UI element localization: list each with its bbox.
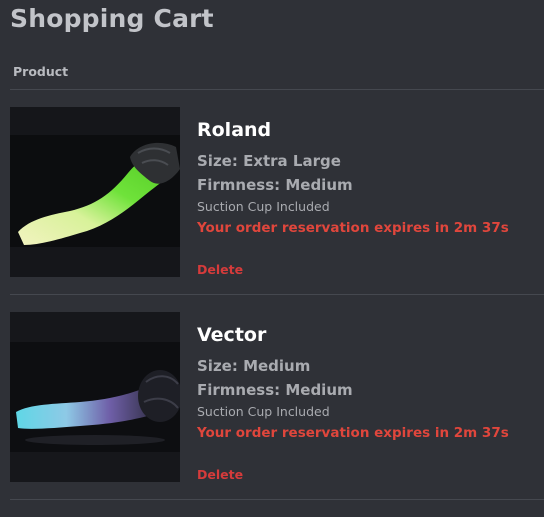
page-title: Shopping Cart [10,4,214,33]
item-divider [10,499,544,500]
product-option: Suction Cup Included [197,199,330,214]
product-name[interactable]: Vector [197,324,266,346]
product-option: Suction Cup Included [197,404,330,419]
cart-item: Vector Size: Medium Firmness: Medium Suc… [0,312,544,517]
column-header-product: Product [13,64,69,79]
product-size: Size: Medium [197,357,311,375]
cart-item: Roland Size: Extra Large Firmness: Mediu… [0,107,544,312]
product-image[interactable] [10,107,180,277]
delete-button[interactable]: Delete [197,262,243,277]
header-divider [10,89,544,90]
product-firmness: Firmness: Medium [197,381,353,399]
item-divider [10,294,544,295]
product-size: Size: Extra Large [197,152,341,170]
product-image[interactable] [10,312,180,482]
reservation-timer: Your order reservation expires in 2m 37s [197,220,509,236]
product-name[interactable]: Roland [197,119,271,141]
delete-button[interactable]: Delete [197,467,243,482]
product-firmness: Firmness: Medium [197,176,353,194]
reservation-timer: Your order reservation expires in 2m 37s [197,425,509,441]
